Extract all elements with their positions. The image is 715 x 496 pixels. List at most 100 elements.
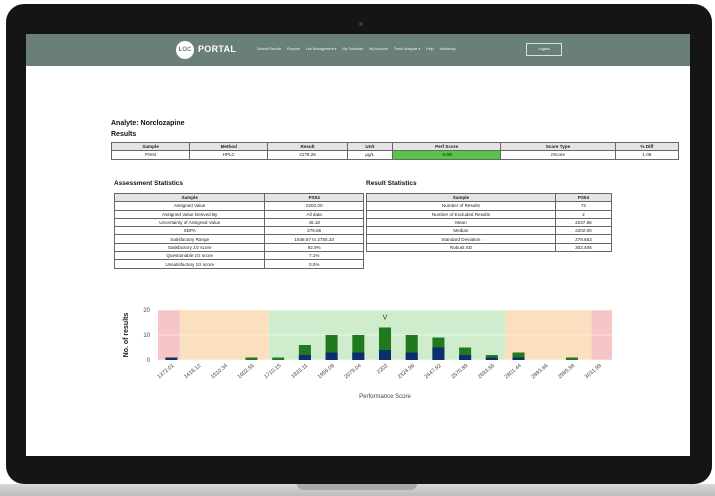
histogram-bar: [432, 347, 445, 360]
col-perf-score: Perf Score: [391, 141, 502, 152]
table-row: Uncertainty of Assigned Value 45.18: [113, 217, 364, 228]
x-tick-label: 2324.96: [397, 363, 416, 380]
x-tick-label: 2447.92: [424, 363, 443, 380]
histogram-bar: [325, 352, 338, 360]
x-axis-label: Performance Score: [359, 394, 411, 400]
cell-unit: µg/L: [346, 150, 394, 160]
table-row: Satisfactory Range 1648.67 to 2755.33: [113, 234, 364, 244]
stat-label: Questionable z/z score: [113, 251, 266, 261]
x-tick-label: 2079.04: [343, 363, 362, 380]
stat-value: 276.66: [264, 226, 364, 236]
x-tick-label: 1418.12: [183, 363, 202, 380]
col-unit: Unit: [346, 141, 394, 152]
assessment-statistics-heading: Assessment Statistics: [114, 180, 184, 187]
stat-value: 92.9%: [264, 242, 364, 253]
stat-value: 1648.67 to 2755.33: [264, 234, 364, 244]
cell-perf-score: -0.09: [391, 150, 502, 160]
x-tick-label: 1372.01: [157, 363, 176, 380]
nav-my-schedule[interactable]: My Schedule: [343, 47, 364, 51]
table-row: Median 2202.00: [366, 226, 613, 236]
logout-button[interactable]: Logout: [526, 43, 562, 56]
table-row: Questionable z/z score 7.1%: [113, 251, 364, 261]
table-row: Number of Excluded Results 2: [366, 209, 613, 219]
table-row: Robust SD 302.406: [366, 242, 613, 253]
results-heading: Results: [111, 131, 137, 138]
col-result: Result: [267, 141, 348, 152]
table-row: PS04 HPLC 2178.25 µg/L -0.09 zScore 1.08: [110, 150, 680, 160]
stat-value: 2: [554, 209, 613, 219]
stat-label: Assigned Value: [113, 201, 266, 211]
stat-value: 7.1%: [264, 251, 364, 261]
col-ps04: PS04: [554, 192, 613, 203]
col-sample: Sample: [366, 192, 556, 203]
stat-value: 0.0%: [264, 259, 364, 269]
nav-lab-management[interactable]: Lab Management ▾: [306, 47, 337, 51]
histogram-bar: [405, 352, 418, 360]
histogram-bar: [378, 350, 392, 360]
histogram-bar: [165, 357, 178, 360]
x-tick-label: 2985.88: [557, 363, 576, 380]
table-row: SDPA 276.66: [113, 226, 364, 236]
assessment-statistics-table: Sample PS04 Assigned Value 2202.00 Assign…: [113, 192, 364, 269]
col-pct-diff: % Diff: [614, 141, 680, 152]
x-tick-label: 1710.15: [263, 363, 282, 380]
nav-trend-analysis[interactable]: Trend Analysis ▾: [394, 47, 420, 51]
nav-workshop[interactable]: Workshop: [440, 47, 456, 51]
stat-label: Satisfactory Range: [113, 234, 266, 244]
stat-label: Unsatisfactory z/z score: [113, 259, 266, 269]
cell-score-type: zScore: [500, 150, 616, 160]
nav-help[interactable]: Help: [426, 47, 433, 51]
x-tick-label: 2893.66: [530, 363, 549, 380]
screen: LGC PORTAL Submit Results Reports Lab Ma…: [26, 34, 690, 456]
lgc-logo[interactable]: LGC: [176, 41, 194, 59]
stat-label: Satisfactory z/z score: [113, 242, 266, 253]
col-score-type: Score Type: [500, 141, 616, 152]
table-row: Number of Results 72: [366, 201, 613, 211]
stat-value: 45.18: [264, 217, 364, 228]
nav-menu: Submit Results Reports Lab Management ▾ …: [257, 47, 456, 51]
y-axis-label: No. of results: [123, 313, 130, 358]
col-sample: Sample: [113, 192, 266, 203]
analyte-heading: Analyte: Norclozapine: [111, 120, 185, 127]
stat-value: 2202.00: [554, 226, 613, 236]
stat-label: Number of Excluded Results: [366, 209, 556, 219]
webcam: [359, 22, 363, 26]
stat-label: Standard Deviation: [366, 234, 556, 244]
stat-label: Median: [366, 226, 556, 236]
x-tick-label: 2801.44: [504, 363, 523, 380]
histogram-bar: [459, 355, 472, 360]
col-method: Method: [189, 141, 269, 152]
nav-submit-results[interactable]: Submit Results: [257, 47, 281, 51]
stat-label: Uncertainty of Assigned Value: [113, 217, 266, 228]
cell-method: HPLC: [189, 150, 269, 160]
portal-title[interactable]: PORTAL: [198, 44, 236, 54]
stat-value: 72: [554, 201, 613, 211]
histogram-bar: [512, 357, 525, 360]
stat-label: Assigned Value Derived By: [113, 209, 266, 219]
stat-label: Number of Results: [366, 201, 556, 211]
table-row: Assigned Value Derived By All data: [113, 209, 364, 219]
histogram-bar: [485, 357, 498, 360]
stat-label: Robust SD: [366, 242, 556, 253]
table-row: Unsatisfactory z/z score 0.0%: [113, 259, 364, 269]
x-tick-label: 1602.56: [237, 363, 256, 380]
nav-my-account[interactable]: My Account: [369, 47, 388, 51]
stat-value: 2227.86: [554, 217, 613, 228]
histogram-bar: [565, 357, 578, 360]
x-tick-label: 1510.34: [210, 363, 229, 380]
cell-result: 2178.25: [267, 150, 348, 160]
stat-value: 279.683: [554, 234, 613, 244]
y-tick-label: 20: [143, 308, 150, 314]
table-row: Assigned Value 2202.00: [113, 201, 364, 211]
cell-pct-diff: 1.08: [614, 150, 680, 160]
cell-sample: PS04: [110, 150, 191, 160]
nav-reports[interactable]: Reports: [287, 47, 300, 51]
y-tick-label: 0: [147, 358, 151, 364]
histogram-bar: [352, 352, 365, 360]
stat-value: All data: [264, 209, 364, 219]
histogram-bar: [245, 357, 258, 360]
histogram-bar: [298, 355, 311, 360]
stat-value: 2202.00: [264, 201, 364, 211]
stat-label: Mean: [366, 217, 556, 228]
col-sample: Sample: [110, 141, 191, 152]
